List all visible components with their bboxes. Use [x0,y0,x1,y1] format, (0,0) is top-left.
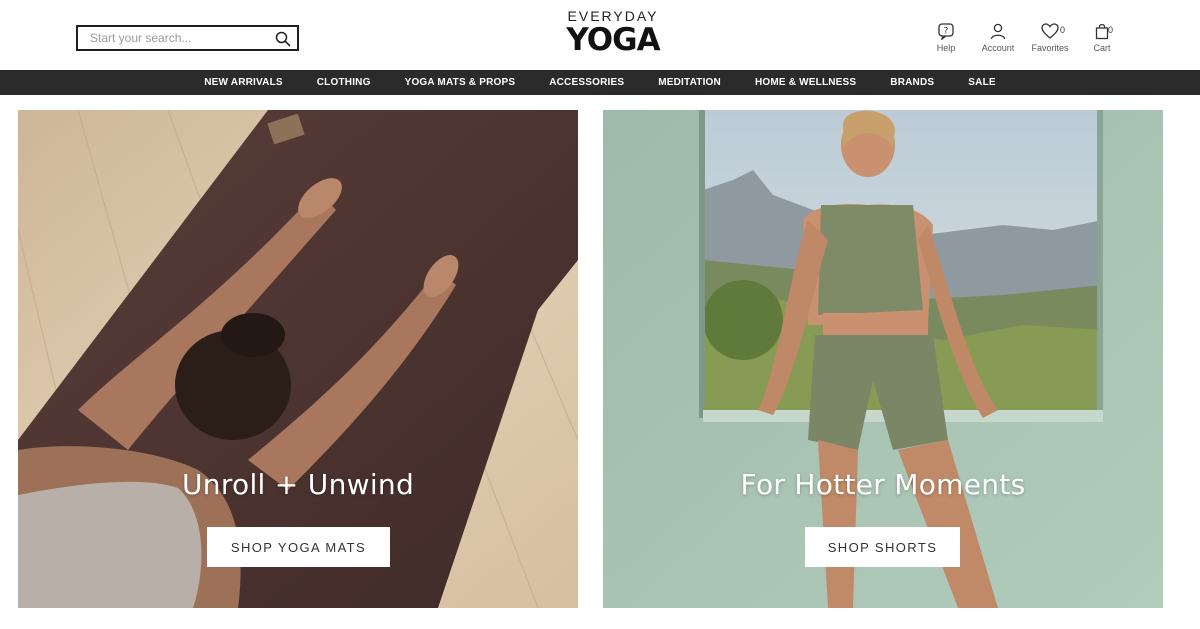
account-link[interactable]: Account [972,22,1024,56]
header-utilities: ? Help Account 0 Favorites 0 Cart [920,22,1128,56]
account-label: Account [981,43,1015,53]
heart-icon [1041,23,1059,39]
cart-label: Cart [1093,43,1111,53]
help-chat-icon: ? [938,23,954,40]
logo-main: YOGA [566,22,660,58]
shop-shorts-button[interactable]: SHOP SHORTS [805,527,960,567]
user-icon [990,23,1006,40]
hero-tile-shorts[interactable]: For Hotter Moments SHOP SHORTS [603,110,1163,608]
shop-yoga-mats-button[interactable]: SHOP YOGA MATS [207,527,390,567]
site-logo[interactable]: EVERYDAY YOGA [558,8,668,60]
nav-yoga-mats-props[interactable]: YOGA MATS & PROPS [405,77,516,88]
cart-link[interactable]: 0 Cart [1076,22,1128,56]
hero-tile-yoga-mats[interactable]: Unroll + Unwind SHOP YOGA MATS [18,110,578,608]
nav-clothing[interactable]: CLOTHING [317,77,371,88]
cart-count: 0 [1108,25,1114,35]
search-box [76,25,299,51]
nav-home-wellness[interactable]: HOME & WELLNESS [755,77,856,88]
nav-accessories[interactable]: ACCESSORIES [549,77,624,88]
hero-left-headline: Unroll + Unwind [181,468,415,501]
favorites-link[interactable]: 0 Favorites [1024,22,1076,56]
main-nav: NEW ARRIVALS CLOTHING YOGA MATS & PROPS … [0,70,1200,95]
nav-meditation[interactable]: MEDITATION [658,77,721,88]
search-input[interactable] [90,31,260,45]
search-icon[interactable] [274,30,292,48]
favorites-label: Favorites [1031,43,1069,53]
nav-new-arrivals[interactable]: NEW ARRIVALS [204,77,283,88]
favorites-count: 0 [1060,25,1066,35]
hero-right-headline: For Hotter Moments [740,468,1026,501]
nav-brands[interactable]: BRANDS [890,77,934,88]
help-label: Help [936,43,956,53]
help-link[interactable]: ? Help [920,22,972,56]
site-header: EVERYDAY YOGA ? Help Account 0 Favorites… [0,0,1200,70]
svg-text:?: ? [944,27,949,37]
nav-sale[interactable]: SALE [968,77,995,88]
